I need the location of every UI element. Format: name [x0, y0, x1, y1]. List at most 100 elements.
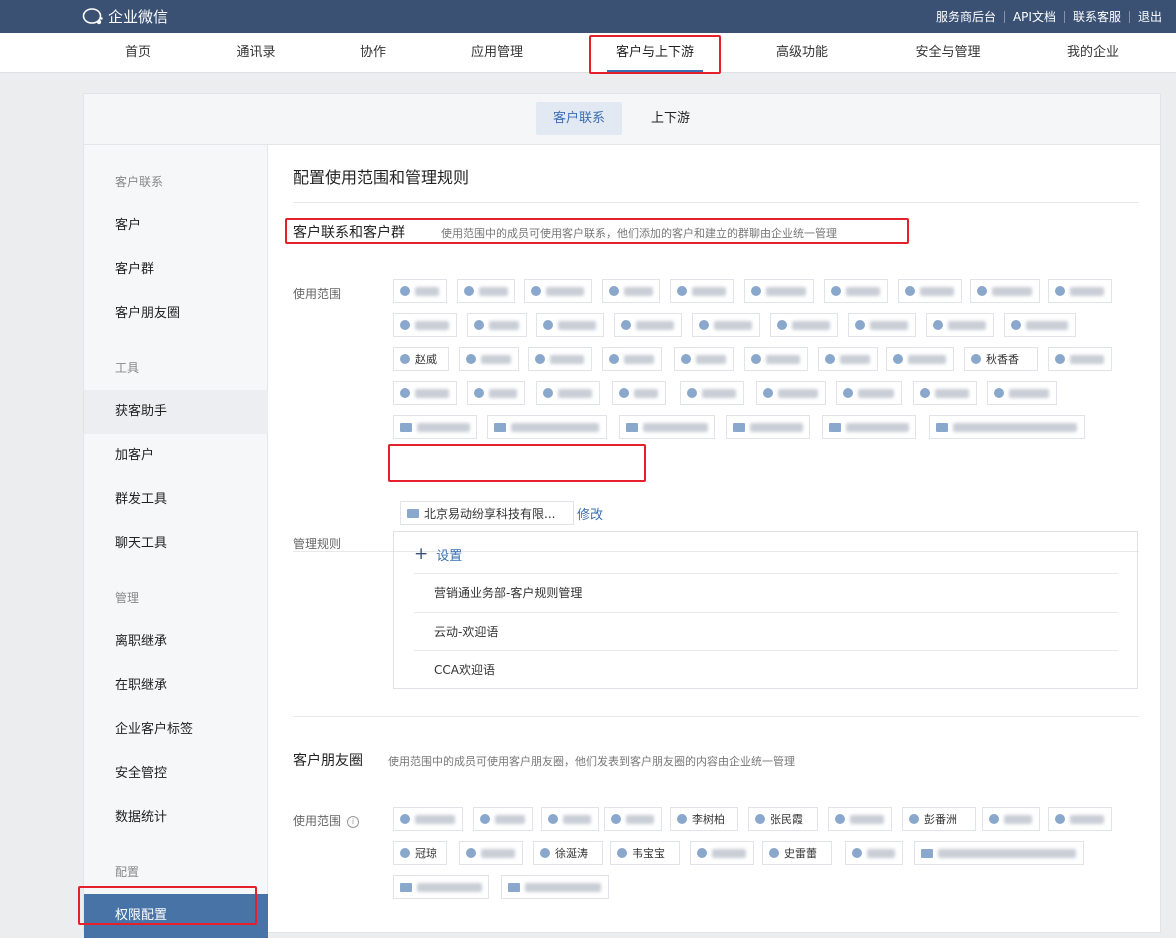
sidebar-item-customer-groups[interactable]: 客户群 [84, 248, 268, 292]
rule-item[interactable]: 营销通业务部-客户规则管理 [414, 573, 1118, 611]
app-logo[interactable]: 企业微信 [82, 6, 168, 27]
member-chip [690, 841, 754, 865]
sidebar-item-resigned-inherit[interactable]: 离职继承 [84, 620, 268, 664]
member-chip [393, 313, 457, 337]
sidebar-item-chat-tools[interactable]: 聊天工具 [84, 522, 268, 566]
member-chip [457, 279, 515, 303]
rule-item[interactable]: 云动-欢迎语 [414, 612, 1118, 650]
member-chip [528, 347, 592, 371]
member-chip [1004, 313, 1076, 337]
member-name: 韦宝宝 [632, 847, 665, 860]
folder-icon [407, 508, 419, 518]
member-chip [393, 279, 447, 303]
contact-support-link[interactable]: 联系客服 [1065, 8, 1129, 25]
logout-link[interactable]: 退出 [1130, 8, 1170, 25]
dept-chip-beijing: 北京易动纷享科技有限... [400, 501, 574, 525]
member-chip [913, 381, 977, 405]
dept-chip [822, 415, 916, 439]
moments-scope-label: 使用范围 i [293, 812, 360, 829]
member-name: 张民霞 [770, 813, 803, 826]
api-docs-link[interactable]: API文档 [1005, 8, 1064, 25]
page-title: 配置使用范围和管理规则 [293, 168, 470, 187]
member-chip [473, 807, 533, 831]
scope-label: 使用范围 [293, 287, 342, 301]
member-chip [848, 313, 916, 337]
wecom-logo-icon [82, 7, 103, 24]
member-chip [982, 807, 1040, 831]
nav-home[interactable]: 首页 [110, 33, 166, 73]
sidebar-item-statistics[interactable]: 数据统计 [84, 796, 268, 840]
plus-icon: + [414, 544, 429, 564]
dept-chip [619, 415, 715, 439]
dept-chip [929, 415, 1085, 439]
dept-chip [393, 875, 489, 899]
member-name: 史雷蕾 [784, 847, 817, 860]
member-chip [845, 841, 903, 865]
member-chip [614, 313, 682, 337]
member-chip [818, 347, 878, 371]
rules-label: 管理规则 [293, 537, 342, 551]
member-chip [692, 313, 760, 337]
member-chip [393, 381, 457, 405]
sidebar-item-permission-config[interactable]: 权限配置 [84, 894, 268, 938]
sidebar-item-security-control[interactable]: 安全管控 [84, 752, 268, 796]
sidebar-item-broadcast[interactable]: 群发工具 [84, 478, 268, 522]
member-chip [467, 381, 525, 405]
sidebar-group-customer-contact: 客户联系 [115, 175, 164, 189]
member-chip [836, 381, 902, 405]
nav-my-enterprise[interactable]: 我的企业 [1056, 33, 1130, 73]
nav-customers-upstream[interactable]: 客户与上下游 [590, 33, 720, 73]
member-chip [536, 381, 600, 405]
dept-name: 北京易动纷享科技有限... [424, 506, 556, 521]
sidebar-item-moments[interactable]: 客户朋友圈 [84, 292, 268, 336]
tab-customer-contact[interactable]: 客户联系 [536, 102, 623, 135]
sidebar-item-tags[interactable]: 企业客户标签 [84, 708, 268, 752]
member-chip [467, 313, 527, 337]
main-card: 客户联系 上下游 客户联系 客户 客户群 客户朋友圈 工具 获客助手 加客户 群… [83, 93, 1161, 938]
member-chip [898, 279, 962, 303]
sidebar: 客户联系 客户 客户群 客户朋友圈 工具 获客助手 加客户 群发工具 聊天工具 … [84, 145, 268, 938]
member-chip [393, 807, 463, 831]
member-chip [828, 807, 892, 831]
nav-app-management[interactable]: 应用管理 [460, 33, 534, 73]
section-desc-moments: 使用范围中的成员可使用客户朋友圈，他们发表到客户朋友圈的内容由企业统一管理 [388, 755, 795, 768]
top-bar: 企业微信 服务商后台 API文档 联系客服 退出 [0, 0, 1176, 33]
dept-chip [914, 841, 1084, 865]
member-chip [744, 279, 814, 303]
sidebar-group-tools: 工具 [115, 361, 140, 375]
service-provider-link[interactable]: 服务商后台 [928, 8, 1004, 25]
edit-scope-link[interactable]: 修改 [577, 504, 603, 523]
add-rule-button[interactable]: + 设置 [414, 544, 462, 564]
member-chip [602, 279, 660, 303]
member-chip [524, 279, 592, 303]
info-icon[interactable]: i [347, 816, 360, 828]
sidebar-item-active-inherit[interactable]: 在职继承 [84, 664, 268, 708]
dept-chip [487, 415, 607, 439]
sidebar-item-add-customer[interactable]: 加客户 [84, 434, 268, 478]
sidebar-item-customers[interactable]: 客户 [84, 204, 268, 248]
main-nav: 首页 通讯录 协作 应用管理 客户与上下游 高级功能 安全与管理 我的企业 [0, 33, 1176, 73]
member-chip [604, 807, 662, 831]
sidebar-item-acquisition[interactable]: 获客助手 [84, 390, 268, 434]
tab-upstream-downstream[interactable]: 上下游 [634, 102, 707, 135]
section-title-contact: 客户联系和客户群 [293, 225, 405, 241]
member-chip [674, 347, 734, 371]
dept-chip [393, 415, 477, 439]
app-name: 企业微信 [108, 8, 169, 26]
member-chip: 秋香香 [964, 347, 1038, 371]
member-name: 徐涎涛 [555, 847, 588, 860]
sub-tabs: 客户联系 上下游 [84, 94, 1160, 145]
member-chip: 徐涎涛 [533, 841, 603, 865]
member-name: 赵威 [415, 353, 437, 366]
nav-contacts[interactable]: 通讯录 [224, 33, 288, 73]
nav-security[interactable]: 安全与管理 [903, 33, 993, 73]
nav-advanced[interactable]: 高级功能 [765, 33, 839, 73]
member-chip [536, 313, 604, 337]
member-chip [926, 313, 994, 337]
nav-collaboration[interactable]: 协作 [345, 33, 401, 73]
rule-item[interactable]: CCA欢迎语 [414, 650, 1118, 688]
top-links: 服务商后台 API文档 联系客服 退出 [928, 0, 1170, 33]
member-chip [541, 807, 599, 831]
member-chip [602, 347, 662, 371]
member-chip [970, 279, 1040, 303]
